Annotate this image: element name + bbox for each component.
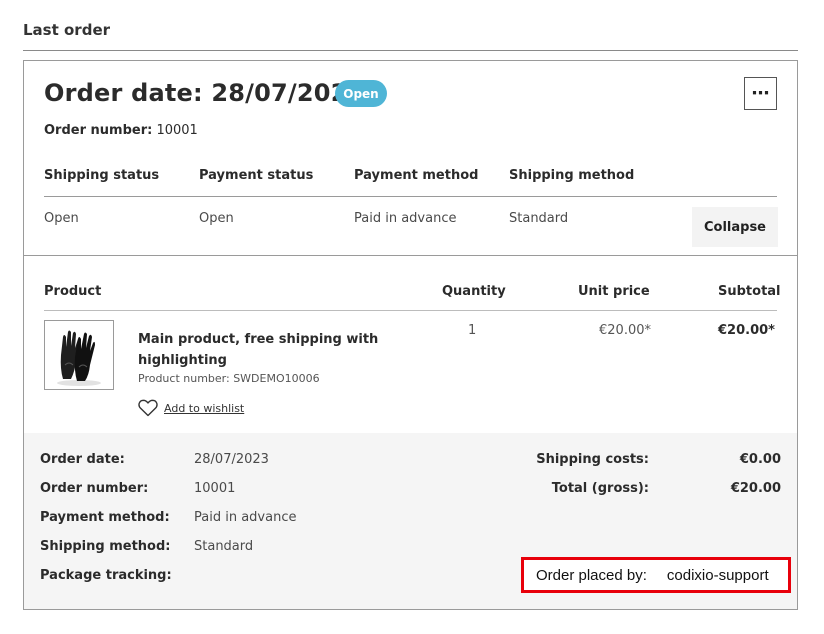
header-shipping-method: Shipping method — [509, 168, 635, 183]
heart-icon — [138, 399, 158, 417]
more-horizontal-icon: ⋯ — [751, 82, 770, 104]
product-quantity: 1 — [468, 323, 477, 338]
order-date-title: Order date: 28/07/2023 — [44, 79, 365, 107]
product-thumbnail[interactable] — [44, 320, 114, 390]
summary-shipping-method-value: Standard — [194, 539, 254, 554]
header-unit-price: Unit price — [578, 284, 650, 299]
order-placed-by-highlight: Order placed by: codixio-support — [521, 557, 791, 593]
summary-payment-method-value: Paid in advance — [194, 510, 297, 525]
wishlist-label: Add to wishlist — [164, 401, 245, 415]
more-actions-button[interactable]: ⋯ — [744, 77, 777, 110]
collapse-button[interactable]: Collapse — [692, 207, 778, 247]
summary-order-number-value: 10001 — [194, 481, 236, 496]
placed-by-value: codixio-support — [666, 566, 769, 584]
summary-shipping-method-label: Shipping method: — [40, 539, 171, 554]
header-shipping-status: Shipping status — [44, 168, 160, 183]
shipping-costs-label: Shipping costs: — [536, 452, 649, 467]
product-header-divider — [44, 310, 777, 311]
summary-order-date-value: 28/07/2023 — [194, 452, 269, 467]
section-divider — [23, 50, 798, 51]
order-summary: Order date: 28/07/2023 Order number: 100… — [24, 433, 797, 609]
status-badge: Open — [335, 80, 387, 107]
payment-method-value: Paid in advance — [354, 211, 457, 226]
shipping-status-value: Open — [44, 211, 79, 226]
summary-order-date-label: Order date: — [40, 452, 125, 467]
status-header-divider — [44, 196, 777, 197]
product-number: Product number: SWDEMO10006 — [138, 372, 320, 385]
summary-order-number-label: Order number: — [40, 481, 149, 496]
shipping-method-value: Standard — [509, 211, 569, 226]
product-subtotal: €20.00* — [718, 323, 775, 338]
order-number-label: Order number: — [44, 123, 153, 138]
order-number-value: 10001 — [156, 123, 198, 138]
summary-package-tracking-label: Package tracking: — [40, 568, 172, 583]
order-card: Order date: 28/07/2023 Open ⋯ Order numb… — [23, 60, 798, 610]
payment-status-value: Open — [199, 211, 234, 226]
header-payment-method: Payment method — [354, 168, 479, 183]
header-quantity: Quantity — [442, 284, 506, 299]
header-subtotal: Subtotal — [718, 284, 781, 299]
product-unit-price: €20.00* — [599, 323, 651, 338]
product-name[interactable]: Main product, free shipping with highlig… — [138, 329, 398, 371]
total-gross-value: €20.00 — [730, 481, 781, 496]
section-title: Last order — [23, 21, 111, 39]
shipping-costs-value: €0.00 — [739, 452, 781, 467]
placed-by-label: Order placed by: — [536, 566, 647, 584]
order-number: Order number: 10001 — [44, 123, 198, 138]
summary-payment-method-label: Payment method: — [40, 510, 170, 525]
header-product: Product — [44, 284, 102, 299]
gloves-image — [57, 330, 101, 386]
header-payment-status: Payment status — [199, 168, 314, 183]
section-divider-products — [24, 255, 797, 256]
total-gross-label: Total (gross): — [551, 481, 649, 496]
add-to-wishlist-link[interactable]: Add to wishlist — [138, 399, 244, 417]
